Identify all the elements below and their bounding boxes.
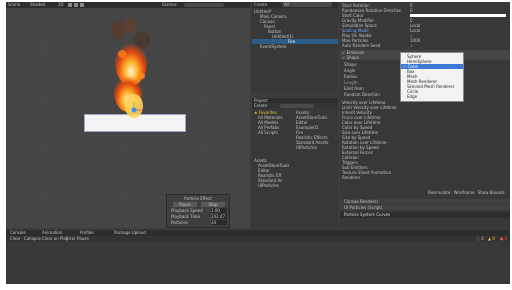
module-label: Shape (346, 55, 360, 60)
hierarchy-create-button[interactable]: Create (254, 2, 267, 7)
component-canvas-renderer[interactable]: Canvas Renderer (340, 199, 510, 204)
project-file-list: Assets AssetStoreTools Editor Example01 … (294, 110, 338, 220)
inspector-panel: Start Rotation 0 Randomize Rotation Direc… (340, 2, 510, 228)
collapse-button[interactable]: Collapse (24, 236, 41, 241)
scene-search-field[interactable] (184, 3, 224, 7)
component-ui-particles[interactable]: UI Particles (Script) (340, 205, 510, 210)
package-upload-tab[interactable]: Package Upload (114, 230, 146, 235)
particle-effect-title: Particle Effect (184, 196, 212, 201)
log-count-value: 0 (481, 236, 484, 241)
scene-viewport[interactable]: Particle Effect Pause Stop Playback Spee… (6, 8, 250, 228)
warning-count[interactable]: ▲ 0 (488, 236, 495, 241)
hierarchy-tree: Untitled* Main Camera Canvas Panel Butto… (252, 9, 338, 89)
animation-tab[interactable]: Animation (42, 230, 62, 235)
console-panel: Console Animation Profiler Package Uploa… (6, 230, 510, 284)
log-count[interactable]: ⓘ 0 (476, 236, 484, 241)
project-panel: Project Create ★ Favorites All Materials… (252, 98, 338, 228)
hierarchy-panel: Create All Untitled* Main Camera Canvas … (252, 2, 338, 92)
module-header[interactable]: Renderer (340, 175, 430, 180)
console-log-area[interactable] (6, 242, 510, 284)
error-pause-button[interactable]: Error Pause (66, 236, 89, 241)
stop-button[interactable]: Stop (201, 202, 225, 207)
hierarchy-toolbar: Create All (252, 2, 338, 8)
project-toolbar: Create (252, 103, 338, 109)
particles-count-field: 34 (211, 220, 227, 225)
pause-button[interactable]: Pause (173, 202, 197, 207)
project-create-button[interactable]: Create (254, 103, 267, 108)
project-search-field[interactable] (280, 104, 314, 108)
lighting-toggle-icon[interactable] (68, 3, 72, 7)
scene-tab[interactable]: Scene (8, 2, 20, 7)
shape-option[interactable]: Edge (401, 94, 463, 99)
project-tree: ★ Favorites All Materials All Models All… (252, 110, 292, 220)
warning-count-value: 0 (492, 236, 495, 241)
console-tab[interactable]: Console (10, 230, 26, 235)
resimulate-toggle[interactable]: Resimulate (428, 190, 450, 195)
particle-system-curves-header[interactable]: Particle System Curves (340, 212, 510, 218)
error-count-value: 0 (504, 236, 508, 241)
playback-speed-label: Playback Speed (171, 208, 203, 213)
profiler-tab[interactable]: Profiler (80, 230, 94, 235)
hierarchy-search-field[interactable]: All (282, 2, 332, 7)
favorites-item[interactable]: All Scripts (252, 130, 292, 135)
module-list: Velocity over Lifetime Limit Velocity ov… (340, 100, 430, 196)
effects-toggle-icon[interactable] (80, 3, 84, 7)
gizmos-dropdown[interactable]: Gizmos (162, 2, 177, 7)
2d-toggle-button[interactable]: 2D (58, 2, 64, 7)
assets-folder[interactable]: UIParticles (252, 183, 292, 188)
playback-time-field[interactable]: 242.47 (211, 214, 227, 219)
start-color-swatch[interactable] (410, 14, 506, 17)
transform-gizmo[interactable] (124, 100, 144, 120)
prop-value[interactable]: ✓ (410, 43, 413, 48)
hierarchy-item[interactable]: EventSystem (252, 44, 338, 49)
clear-on-play-button[interactable]: Clear on Play (42, 236, 68, 241)
error-count[interactable]: ● 0 (500, 236, 507, 241)
asset-file[interactable]: UIParticles (294, 145, 338, 150)
shading-mode-dropdown[interactable]: Shaded (30, 2, 45, 7)
inspector-prop: Auto Random Seed ✓ (340, 43, 510, 48)
show-bounds-toggle[interactable]: Show Bounds (478, 190, 505, 195)
audio-toggle-icon[interactable] (74, 3, 78, 7)
prop-label: Auto Random Seed (342, 43, 381, 48)
wireframe-toggle[interactable]: Wireframe (454, 190, 475, 195)
particle-effect-overlay: Particle Effect Pause Stop Playback Spee… (166, 194, 230, 228)
unity-editor-window: Scene Shaded 2D Gizmos Particle Effect P… (6, 2, 510, 284)
particles-count-label: Particles (171, 220, 188, 225)
playback-time-label: Playback Time (171, 214, 200, 219)
shape-dropdown-menu[interactable]: Sphere HemiSphere ✓ Cone Box Mesh Mesh R… (400, 52, 464, 102)
clear-button[interactable]: Clear (10, 236, 20, 241)
preview-toggle-bar: Resimulate Wireframe Show Bounds (428, 190, 510, 196)
playback-speed-field[interactable]: 1.00 (211, 208, 227, 213)
